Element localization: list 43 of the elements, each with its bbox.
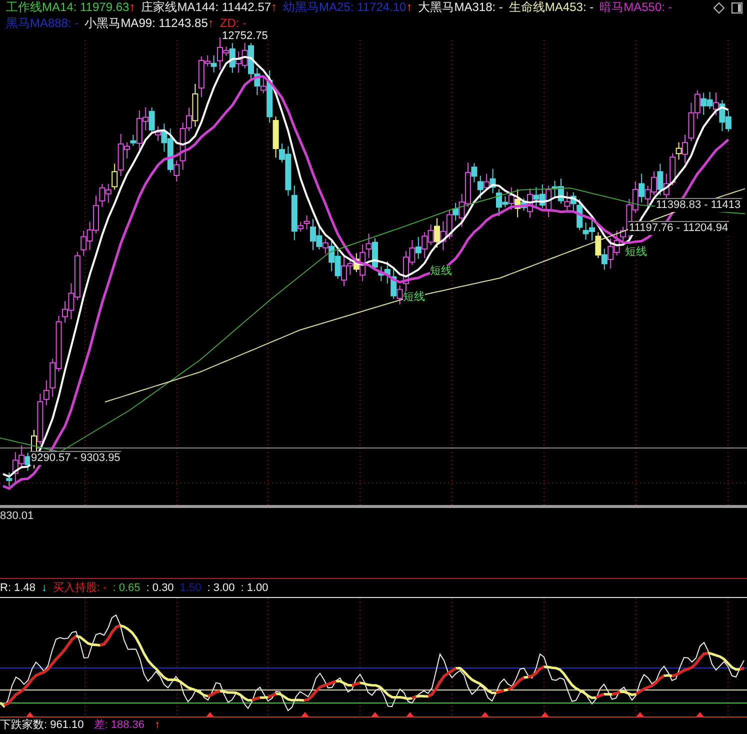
indicator-value: 工作线MA14: 11979.63 <box>6 0 130 15</box>
triangle-marker <box>541 712 549 717</box>
indicator-value: : 0.30 <box>146 581 174 596</box>
indicator-value: 庄家线MA144: 11442.57 <box>141 0 272 15</box>
indicator-value: R: 1.48 <box>0 581 36 596</box>
indicator-value: 下跌家数: 961.10 <box>0 718 84 732</box>
indicator-value: : 1.00 <box>240 581 268 596</box>
indicator-value: 大黑马MA318: - <box>418 0 503 15</box>
triangle-marker <box>371 712 379 717</box>
triangle-marker <box>481 712 489 717</box>
trend-arrow: ↑ <box>271 0 278 15</box>
triangle-marker <box>696 712 704 717</box>
indicator-value: 暗马MA550: - <box>600 0 672 15</box>
indicator-value: 差: 188.36 <box>94 718 145 732</box>
indicator-value: 黑马MA888: - <box>6 16 79 31</box>
signal-label: 短线 <box>430 265 452 278</box>
axis-label: 830.01 <box>0 510 34 522</box>
triangle-marker <box>636 712 644 717</box>
peak-price-label: 12752.75 <box>222 30 268 43</box>
indicator-value: 生命线MA453: - <box>508 0 594 15</box>
price-range-label: 11197.76 - 11204.94 <box>628 221 730 235</box>
triangle-marker <box>406 712 414 717</box>
signal-label: 短线 <box>625 246 647 259</box>
indicator-value: : 0.65 <box>112 581 140 596</box>
indicator-value: ↓ <box>41 581 47 596</box>
indicator-value: 1.50 <box>180 581 202 596</box>
price-range-label: 11398.83 - 11413 <box>655 198 742 212</box>
trend-arrow: ↑ <box>129 0 136 15</box>
price-range-label: 9290.57 - 9303.95 <box>30 451 122 465</box>
indicator-value: ZD: - <box>220 16 247 31</box>
trend-arrow: ↑ <box>208 16 214 31</box>
indicator-value: 买入持股: - <box>52 581 107 596</box>
diamond-icon[interactable] <box>713 2 725 14</box>
indicator-value: 幼黑马MA25: 11724.10 <box>283 0 406 15</box>
triangle-marker <box>301 712 309 717</box>
signal-label: 短线 <box>403 291 425 304</box>
trend-arrow: ↑ <box>406 0 412 15</box>
indicator-value: ↑ <box>154 718 160 732</box>
triangle-marker <box>26 712 34 717</box>
indicator-value: 小黑马MA99: 11243.85 <box>84 16 208 31</box>
triangle-marker <box>206 712 214 717</box>
indicator-value: : 3.00 <box>207 581 235 596</box>
window-icon[interactable] <box>731 2 743 14</box>
